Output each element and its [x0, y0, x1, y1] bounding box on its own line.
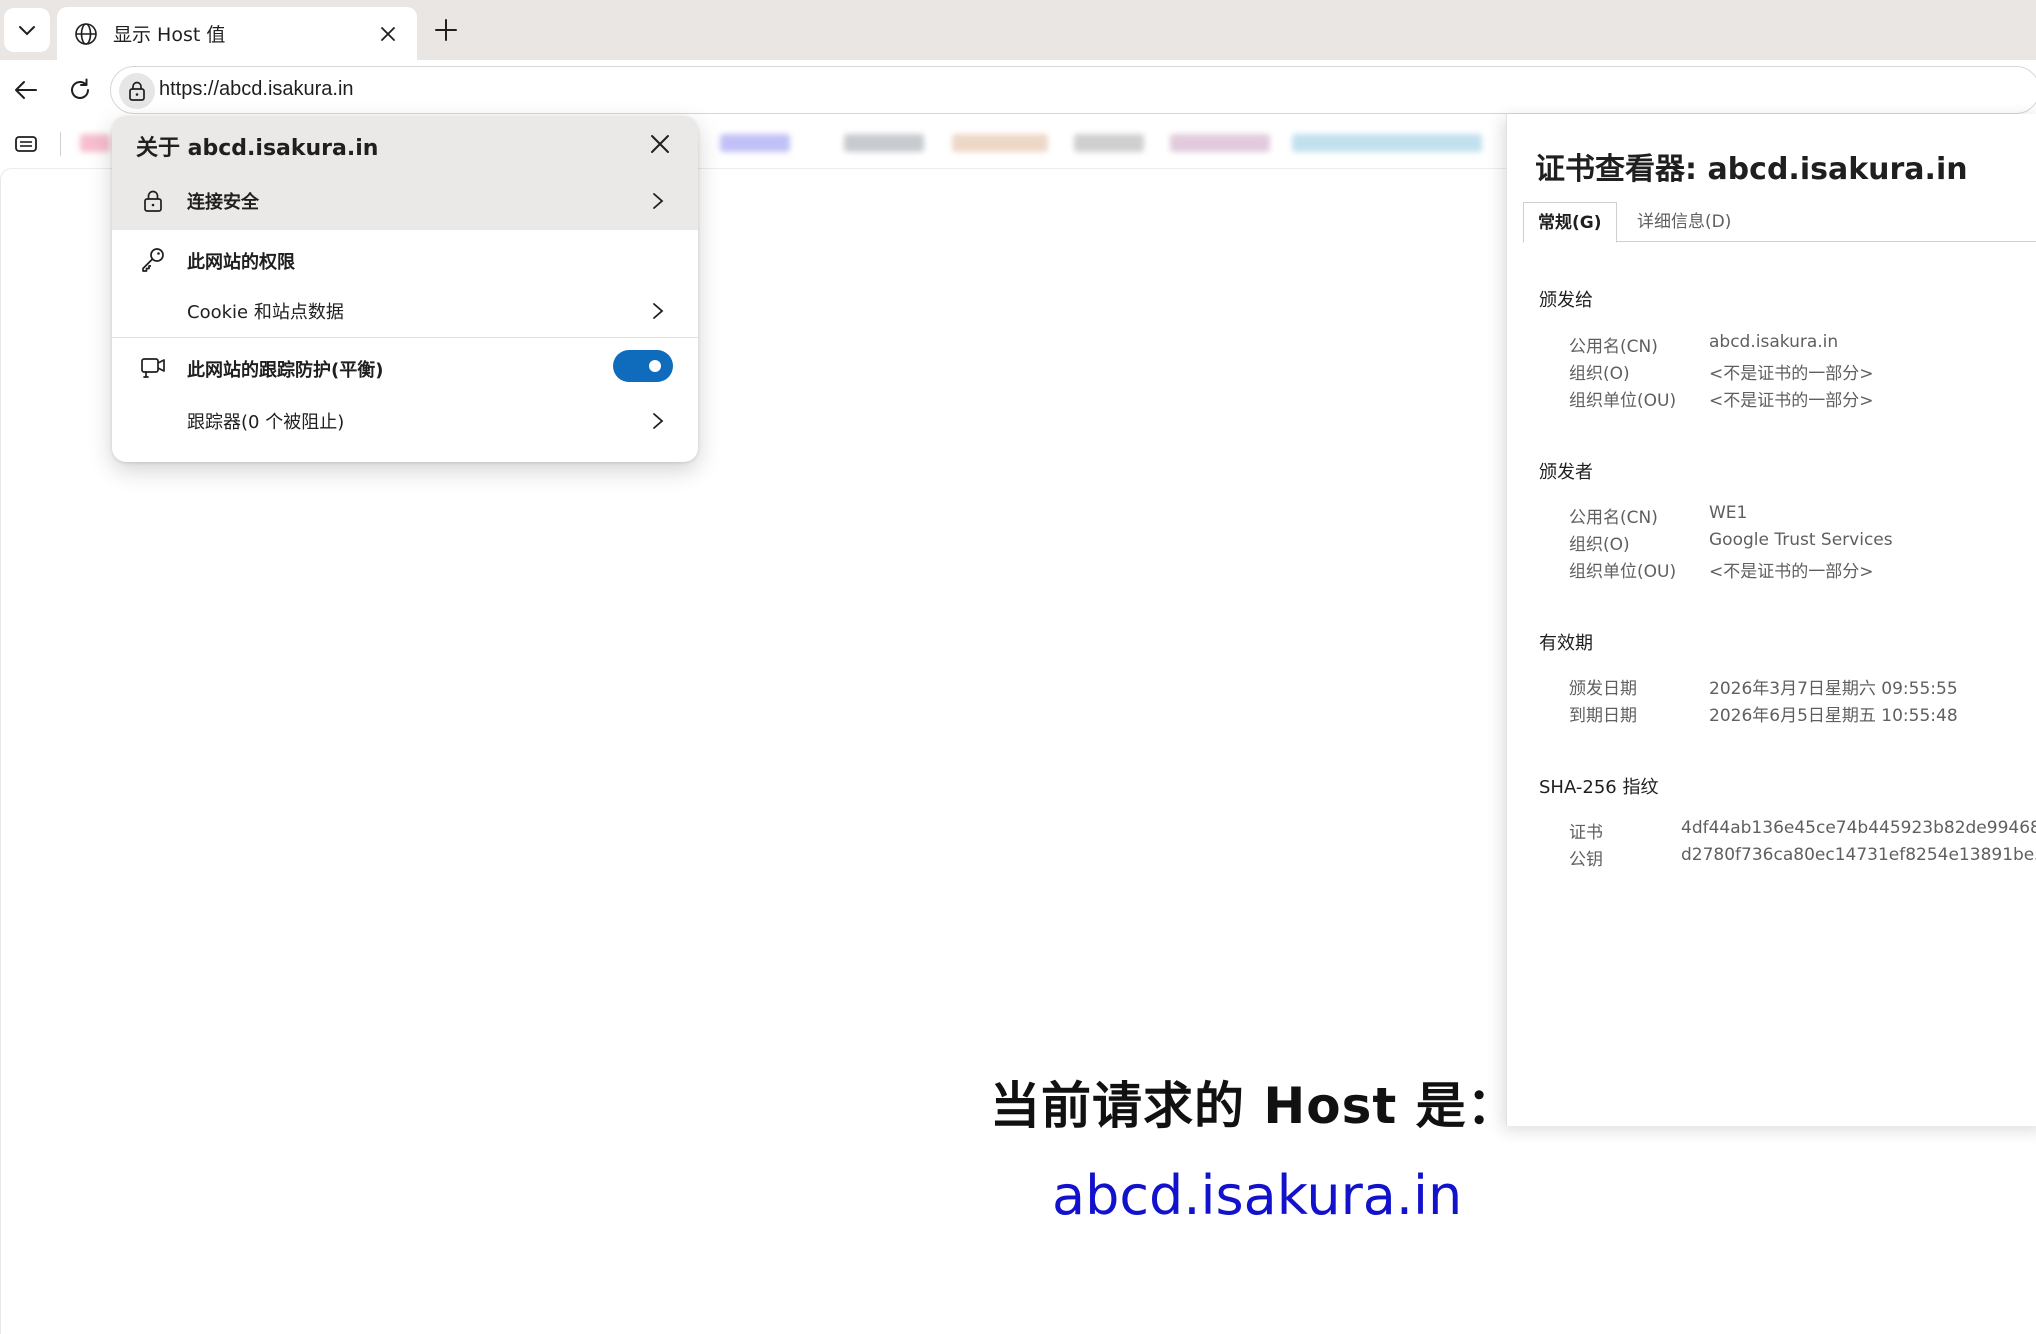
field-label: 到期日期: [1569, 706, 1637, 726]
new-tab-button[interactable]: [428, 12, 464, 48]
cookies-label: Cookie 和站点数据: [187, 302, 344, 323]
cookies-row[interactable]: Cookie 和站点数据: [112, 286, 698, 336]
address-bar[interactable]: https://abcd.isakura.in: [110, 66, 2036, 114]
site-info-popup: 关于 abcd.isakura.in 连接安全 此网站的权限 Cookie 和站…: [112, 116, 698, 462]
field-value: <不是证书的一部分>: [1709, 391, 1874, 411]
field-label: 组织(O): [1569, 535, 1630, 555]
chevron-right-icon: [648, 301, 668, 321]
blurred-favorite: [1292, 134, 1482, 152]
field-value: 2026年6月5日星期五 10:55:48: [1709, 706, 1958, 726]
field-label: 组织(O): [1569, 364, 1630, 384]
trackers-label: 跟踪器(0 个被阻止): [187, 412, 345, 433]
close-tab-icon[interactable]: [373, 19, 403, 49]
browser-tab[interactable]: 显示 Host 值: [57, 7, 417, 60]
favorites-separator: [60, 132, 61, 156]
lock-icon: [129, 81, 145, 101]
field-value: 4df44ab136e45ce74b445923b82de99468132: [1681, 818, 2036, 838]
validity-heading: 有效期: [1539, 633, 1593, 654]
tab-details[interactable]: 详细信息(D): [1623, 202, 1745, 242]
title-bar: 显示 Host 值: [0, 0, 2036, 60]
tracking-prevention-icon: [138, 352, 168, 382]
chevron-right-icon: [648, 411, 668, 431]
plus-icon: [435, 19, 457, 41]
trackers-row[interactable]: 跟踪器(0 个被阻止): [112, 394, 698, 448]
tab-title: 显示 Host 值: [113, 24, 226, 46]
refresh-icon: [71, 78, 89, 99]
tab-general[interactable]: 常规(G): [1523, 202, 1617, 243]
field-label: 公钥: [1569, 850, 1603, 870]
field-label: 组织单位(OU): [1569, 391, 1677, 411]
blurred-favorite: [1074, 134, 1144, 152]
toolbar: https://abcd.isakura.in: [0, 60, 2036, 120]
field-value: WE1: [1709, 503, 1748, 523]
cert-title: 证书查看器: abcd.isakura.in: [1535, 152, 1968, 187]
chevron-right-icon: [648, 191, 668, 211]
reload-button[interactable]: [62, 72, 98, 108]
field-label: 证书: [1569, 823, 1603, 843]
chevron-down-icon: [19, 26, 35, 36]
tab-actions-button[interactable]: [4, 8, 50, 52]
field-value: 2026年3月7日星期六 09:55:55: [1709, 679, 1958, 699]
popup-title: 关于 abcd.isakura.in: [136, 136, 379, 161]
blurred-favorite: [1170, 134, 1270, 152]
field-label: 公用名(CN): [1569, 508, 1658, 528]
field-value: d2780f736ca80ec14731ef8254e13891be5731: [1681, 845, 2036, 865]
field-value: <不是证书的一部分>: [1709, 364, 1874, 384]
close-popup-button[interactable]: [644, 128, 676, 160]
toggle-knob: [649, 360, 661, 372]
certificate-viewer: 证书查看器: abcd.isakura.in 常规(G) 详细信息(D) 颁发给…: [1506, 114, 2036, 1126]
popup-header: 关于 abcd.isakura.in: [112, 116, 698, 172]
fingerprint-heading: SHA-256 指纹: [1539, 777, 1659, 798]
issued-by-heading: 颁发者: [1539, 462, 1593, 483]
site-info-button[interactable]: [119, 73, 155, 109]
blurred-favorite: [952, 134, 1048, 152]
field-value: abcd.isakura.in: [1709, 332, 1839, 352]
lock-icon: [138, 186, 168, 216]
field-label: 颁发日期: [1569, 679, 1637, 699]
host-value: abcd.isakura.in: [1052, 1164, 1463, 1227]
back-button[interactable]: [8, 72, 44, 108]
blurred-favorite: [720, 134, 790, 152]
issued-to-heading: 颁发给: [1539, 290, 1593, 311]
connection-label: 连接安全: [187, 192, 259, 213]
field-label: 公用名(CN): [1569, 337, 1658, 357]
connection-secure-row[interactable]: 连接安全: [112, 172, 698, 230]
tracking-toggle[interactable]: [613, 350, 673, 382]
close-icon: [651, 135, 669, 153]
collections-icon[interactable]: [12, 132, 40, 156]
blurred-favorite: [80, 134, 110, 152]
permissions-heading: 此网站的权限: [187, 252, 295, 273]
url-text[interactable]: https://abcd.isakura.in: [159, 78, 354, 101]
field-label: 组织单位(OU): [1569, 562, 1677, 582]
page-heading: 当前请求的 Host 是：: [990, 1077, 1518, 1135]
field-value: Google Trust Services: [1709, 530, 1893, 550]
key-icon: [138, 244, 168, 274]
back-arrow-icon: [15, 81, 37, 99]
field-value: <不是证书的一部分>: [1709, 562, 1874, 582]
blurred-favorite: [844, 134, 924, 152]
globe-icon: [71, 19, 101, 49]
tracking-label: 此网站的跟踪防护(平衡): [187, 360, 384, 381]
cert-tab-strip: 常规(G) 详细信息(D): [1523, 202, 2036, 243]
divider: [112, 337, 698, 338]
